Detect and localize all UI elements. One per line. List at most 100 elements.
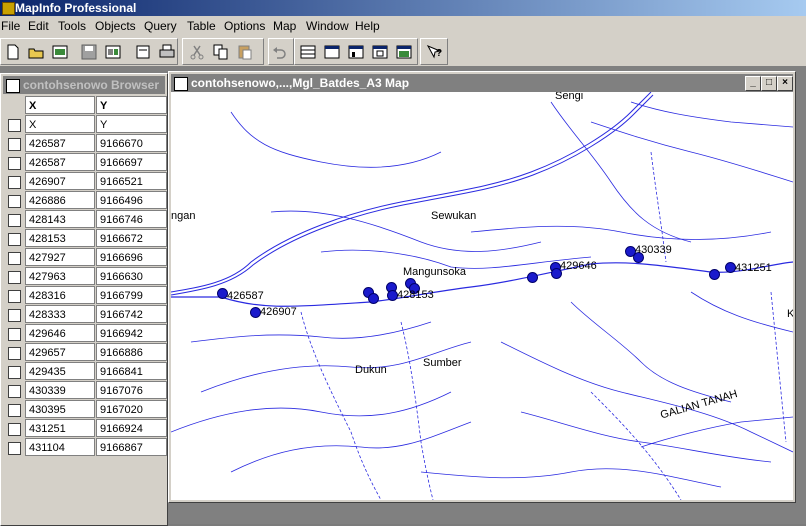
cell-y[interactable]: 9167076 xyxy=(96,381,167,399)
menu-objects[interactable]: Objects xyxy=(95,19,136,33)
table-row[interactable]: 430339 9167076 xyxy=(3,381,167,400)
table-row[interactable]: 431251 9166924 xyxy=(3,419,167,438)
map-canvas[interactable]: Sengi ngan Sewukan Mangunsoka Sumber Duk… xyxy=(171,92,793,500)
table-row[interactable]: 429646 9166942 xyxy=(3,324,167,343)
cell-y[interactable]: 9166841 xyxy=(96,362,167,380)
row-select-box[interactable] xyxy=(8,138,21,151)
new-mapper-button[interactable] xyxy=(321,41,343,63)
map-point[interactable] xyxy=(709,269,720,280)
cell-x[interactable]: 430395 xyxy=(25,400,95,418)
cell-x[interactable]: 428316 xyxy=(25,286,95,304)
row-select-box[interactable] xyxy=(8,366,21,379)
table-row[interactable]: 426587 9166670 xyxy=(3,134,167,153)
save-workspace-button[interactable] xyxy=(102,41,124,63)
table-row[interactable]: 429435 9166841 xyxy=(3,362,167,381)
cell-x[interactable]: 427927 xyxy=(25,248,95,266)
paste-button[interactable] xyxy=(234,41,256,63)
row-select-box[interactable] xyxy=(8,233,21,246)
menu-map[interactable]: Map xyxy=(273,19,296,33)
row-select-box[interactable] xyxy=(8,157,21,170)
column-header-y[interactable]: Y xyxy=(96,96,167,114)
cell-y[interactable]: 9166670 xyxy=(96,134,167,152)
table-row[interactable]: 426886 9166496 xyxy=(3,191,167,210)
row-select-box[interactable] xyxy=(8,119,21,132)
map-point[interactable] xyxy=(368,293,379,304)
menu-query[interactable]: Query xyxy=(144,19,177,33)
cell-y[interactable]: 9166697 xyxy=(96,153,167,171)
help-pointer-button[interactable]: ? xyxy=(423,41,445,63)
save-button[interactable] xyxy=(78,41,100,63)
cell-y[interactable]: 9166746 xyxy=(96,210,167,228)
table-row[interactable]: 427927 9166696 xyxy=(3,248,167,267)
cell-y[interactable]: 9166924 xyxy=(96,419,167,437)
cell-x[interactable]: 426907 xyxy=(25,172,95,190)
open-workspace-button[interactable] xyxy=(49,41,71,63)
menu-file[interactable]: File xyxy=(1,19,20,33)
cell-y[interactable]: 9166886 xyxy=(96,343,167,361)
menu-window[interactable]: Window xyxy=(306,19,349,33)
cell-x[interactable]: 431104 xyxy=(25,438,95,456)
row-select-box[interactable] xyxy=(8,195,21,208)
row-select-box[interactable] xyxy=(8,309,21,322)
map-point[interactable] xyxy=(527,272,538,283)
cell-y[interactable]: 9166630 xyxy=(96,267,167,285)
row-select-box[interactable] xyxy=(8,404,21,417)
table-row[interactable]: 427963 9166630 xyxy=(3,267,167,286)
row-select-box[interactable] xyxy=(8,252,21,265)
cell-x[interactable]: 429646 xyxy=(25,324,95,342)
copy-button[interactable] xyxy=(210,41,232,63)
cell-y[interactable]: Y xyxy=(96,115,167,133)
cell-y[interactable]: 9166742 xyxy=(96,305,167,323)
table-row[interactable]: 429657 9166886 xyxy=(3,343,167,362)
open-button[interactable] xyxy=(25,41,47,63)
maximize-button[interactable]: □ xyxy=(761,76,777,91)
table-row[interactable]: 428153 9166672 xyxy=(3,229,167,248)
row-select-box[interactable] xyxy=(8,423,21,436)
map-title-bar[interactable]: contohsenowo,...,Mgl_Batdes_A3 Map _ □ × xyxy=(171,74,793,92)
menu-table[interactable]: Table xyxy=(187,19,216,33)
cell-x[interactable]: 430339 xyxy=(25,381,95,399)
cell-y[interactable]: 9166799 xyxy=(96,286,167,304)
print-button[interactable] xyxy=(156,41,178,63)
cell-y[interactable]: 9166942 xyxy=(96,324,167,342)
row-select-box[interactable] xyxy=(8,290,21,303)
cell-x[interactable]: 428153 xyxy=(25,229,95,247)
menu-edit[interactable]: Edit xyxy=(28,19,49,33)
table-row[interactable]: 431104 9166867 xyxy=(3,438,167,457)
column-header-x[interactable]: X xyxy=(25,96,95,114)
menu-tools[interactable]: Tools xyxy=(58,19,86,33)
undo-button[interactable] xyxy=(268,41,290,63)
menu-help[interactable]: Help xyxy=(355,19,380,33)
cut-button[interactable] xyxy=(186,41,208,63)
cell-x[interactable]: 431251 xyxy=(25,419,95,437)
row-select-box[interactable] xyxy=(8,347,21,360)
row-select-box[interactable] xyxy=(8,176,21,189)
close-button[interactable]: × xyxy=(777,76,793,91)
cell-x[interactable]: 428333 xyxy=(25,305,95,323)
new-redistricter-button[interactable] xyxy=(393,41,415,63)
cell-y[interactable]: 9166672 xyxy=(96,229,167,247)
new-layout-button[interactable] xyxy=(369,41,391,63)
table-row[interactable]: 426907 9166521 xyxy=(3,172,167,191)
cell-x[interactable]: 426886 xyxy=(25,191,95,209)
cell-x[interactable]: 427963 xyxy=(25,267,95,285)
cell-x[interactable]: X xyxy=(25,115,95,133)
row-select-box[interactable] xyxy=(8,271,21,284)
browser-title-bar[interactable]: contohsenowo Browser xyxy=(3,76,165,94)
row-select-box[interactable] xyxy=(8,385,21,398)
menu-options[interactable]: Options xyxy=(224,19,265,33)
cell-x[interactable]: 426587 xyxy=(25,134,95,152)
row-select-box[interactable] xyxy=(8,328,21,341)
table-row[interactable]: XY xyxy=(3,115,167,134)
print-preview-button[interactable] xyxy=(132,41,154,63)
row-select-box[interactable] xyxy=(8,214,21,227)
minimize-button[interactable]: _ xyxy=(745,76,761,91)
cell-y[interactable]: 9166696 xyxy=(96,248,167,266)
table-row[interactable]: 428333 9166742 xyxy=(3,305,167,324)
table-row[interactable]: 428143 9166746 xyxy=(3,210,167,229)
new-grapher-button[interactable] xyxy=(345,41,367,63)
row-select-box[interactable] xyxy=(8,442,21,455)
table-row[interactable]: 428316 9166799 xyxy=(3,286,167,305)
cell-y[interactable]: 9166867 xyxy=(96,438,167,456)
cell-y[interactable]: 9166496 xyxy=(96,191,167,209)
